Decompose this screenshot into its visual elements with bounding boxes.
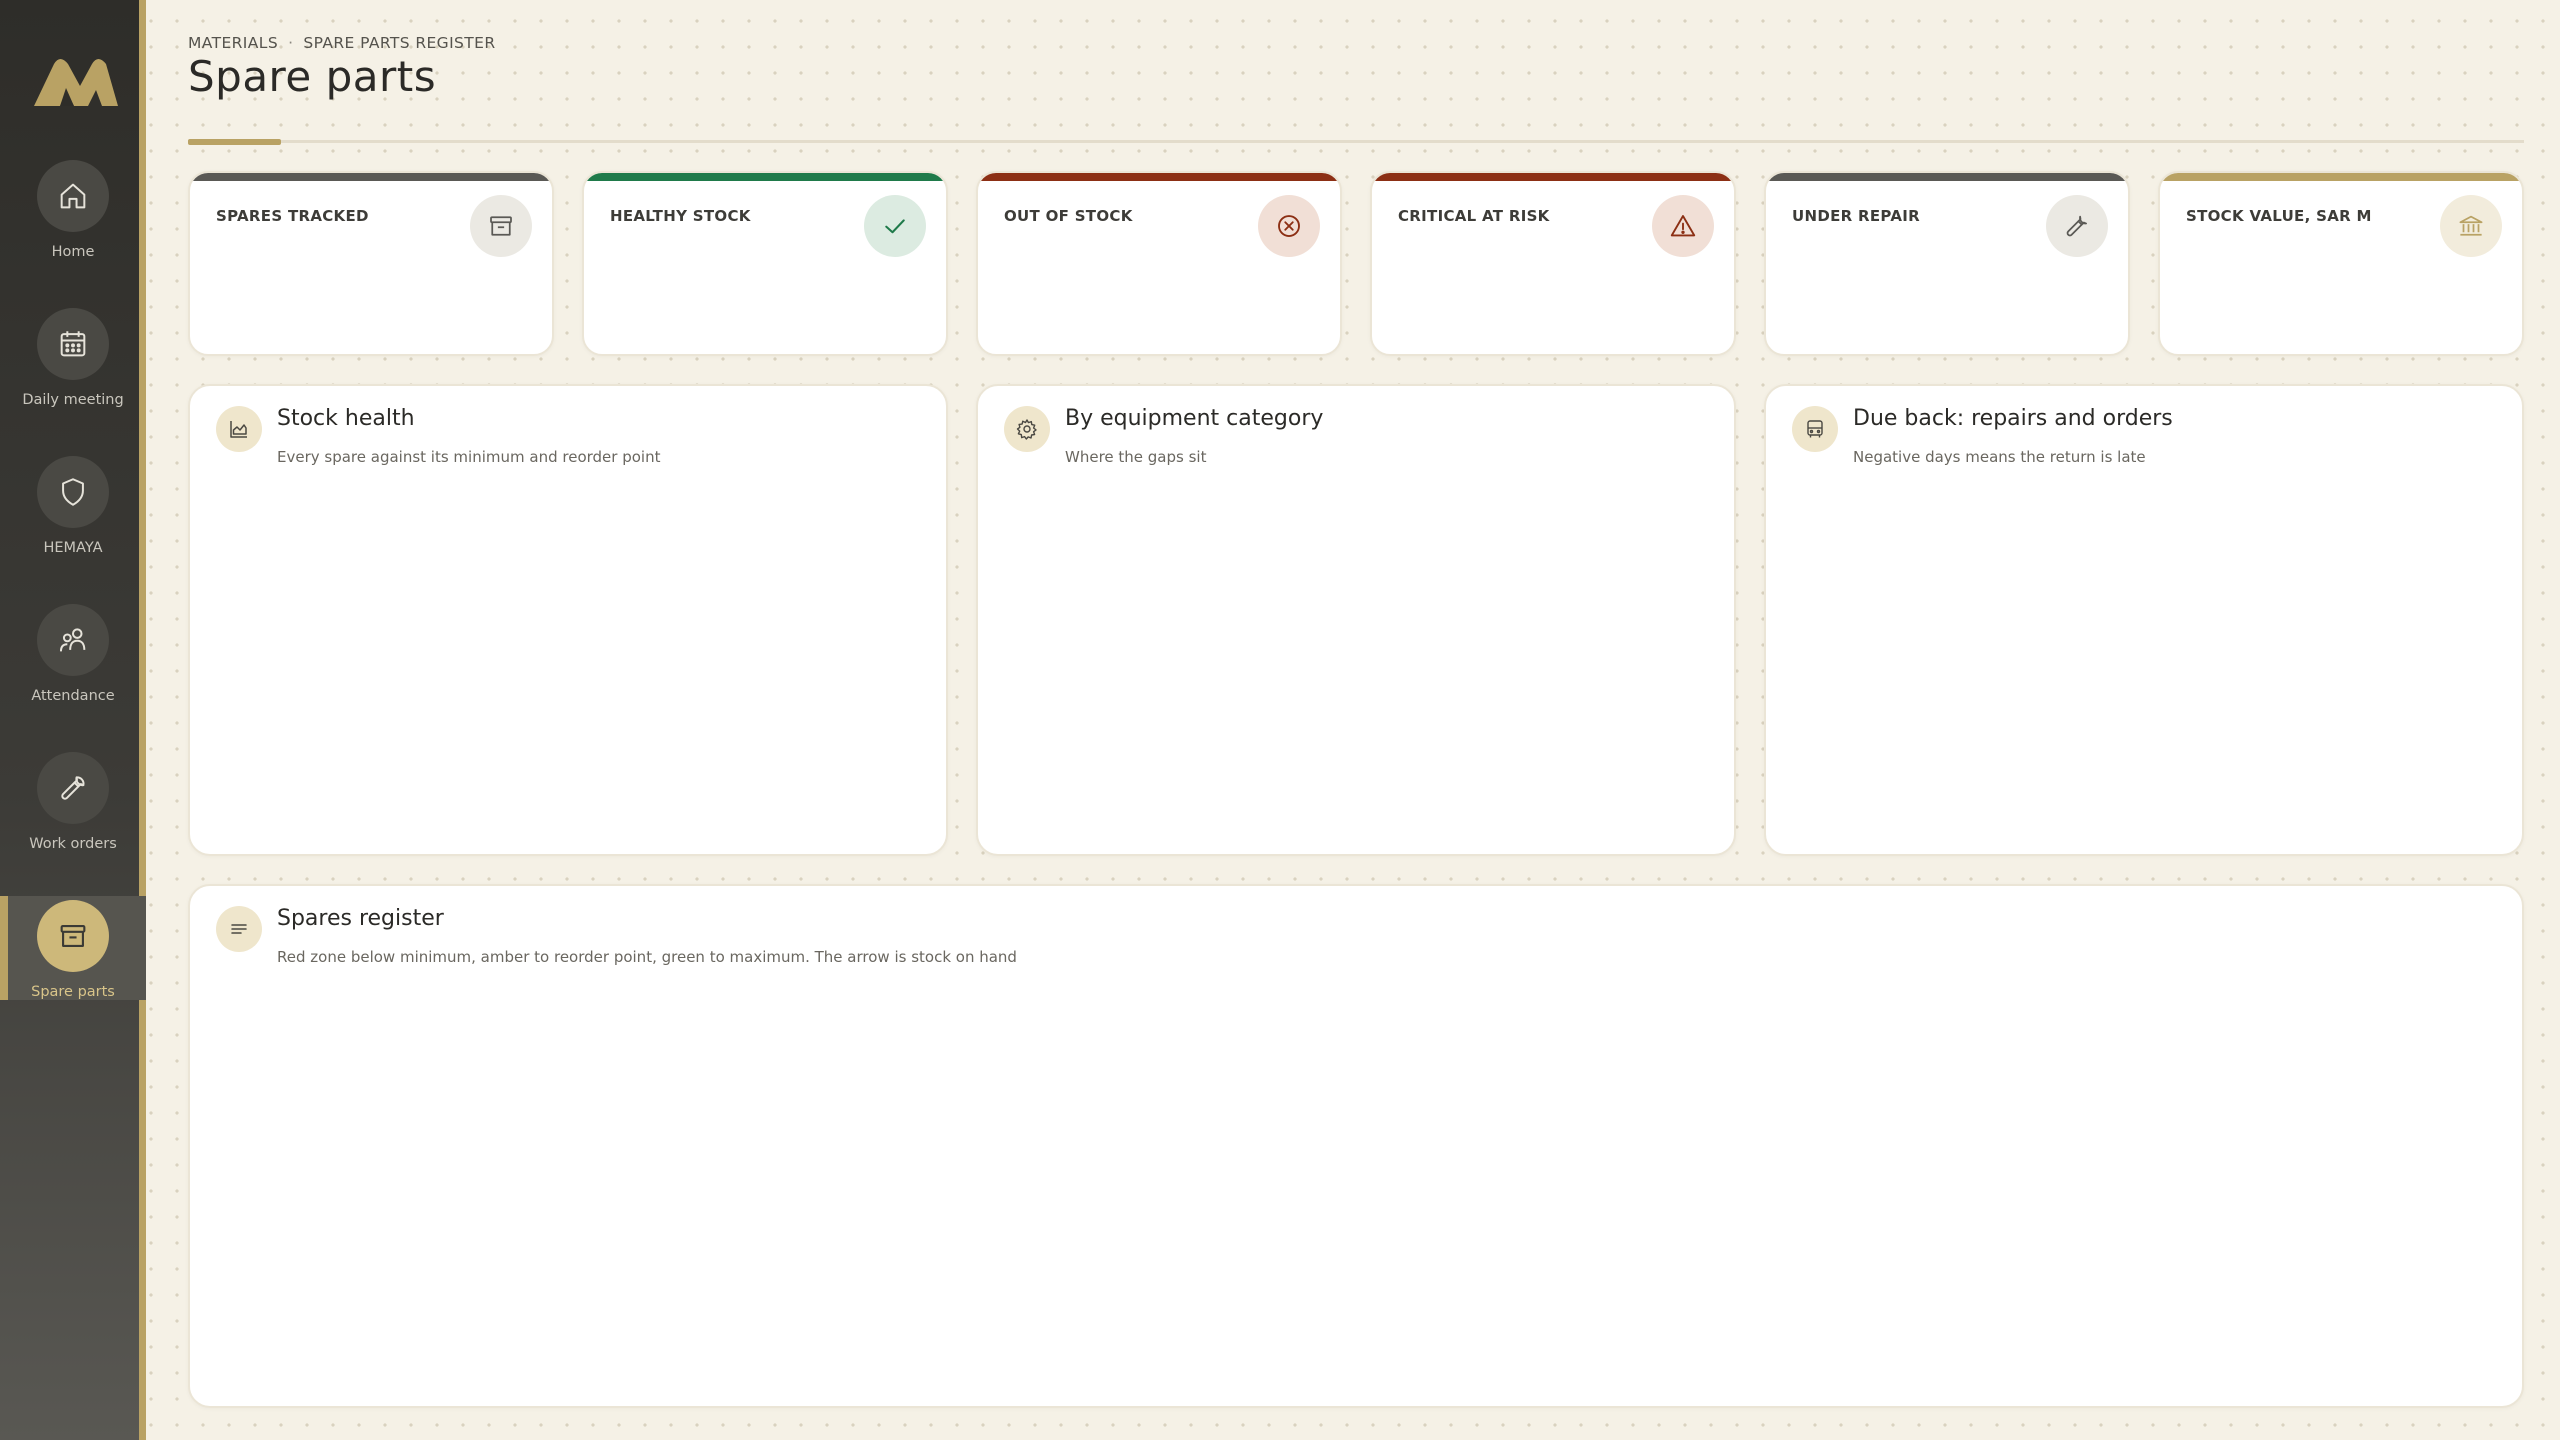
kpi-card-healthy-stock[interactable]: HEALTHY STOCK — [582, 171, 948, 356]
sidebar-item-label: Home — [51, 244, 95, 260]
people-icon — [37, 604, 109, 676]
sidebar-item-hemaya[interactable]: HEMAYA — [0, 456, 146, 560]
calendar-icon — [37, 308, 109, 380]
kpi-label: CRITICAL AT RISK — [1398, 207, 1550, 225]
panel-subtitle: Negative days means the return is late — [1853, 448, 2146, 466]
sidebar-item-daily-meeting[interactable]: Daily meeting — [0, 308, 146, 412]
wrench-icon — [37, 752, 109, 824]
brand-logo[interactable] — [30, 52, 120, 112]
sidebar-item-label: Daily meeting — [22, 392, 124, 408]
warning-icon — [1652, 195, 1714, 257]
sidebar-item-attendance[interactable]: Attendance — [0, 604, 146, 708]
title-divider — [188, 140, 2524, 143]
kpi-card-out-of-stock[interactable]: OUT OF STOCK — [976, 171, 1342, 356]
sidebar-item-label: Attendance — [31, 688, 115, 704]
kpi-label: HEALTHY STOCK — [610, 207, 751, 225]
x-circle-icon — [1258, 195, 1320, 257]
lines-icon — [216, 906, 262, 952]
sidebar: Home Daily meeting HEMAYA Attendance Wor… — [0, 0, 146, 1440]
gear-icon — [1004, 406, 1050, 452]
panel-title: By equipment category — [1065, 406, 1324, 431]
bank-icon — [2440, 195, 2502, 257]
chart-area-icon — [216, 406, 262, 452]
box-icon — [37, 900, 109, 972]
panel-spares-register: Spares register Red zone below minimum, … — [188, 884, 2524, 1408]
sidebar-item-spare-parts[interactable]: Spare parts — [0, 896, 146, 1000]
breadcrumb-item: SPARE PARTS REGISTER — [303, 34, 496, 52]
page-title: Spare parts — [188, 52, 437, 101]
bus-icon — [1792, 406, 1838, 452]
home-icon — [37, 160, 109, 232]
sidebar-item-label: HEMAYA — [43, 540, 103, 556]
sidebar-item-label: Work orders — [29, 836, 117, 852]
kpi-card-spares-tracked[interactable]: SPARES TRACKED — [188, 171, 554, 356]
panel-title: Spares register — [277, 906, 444, 931]
kpi-label: UNDER REPAIR — [1792, 207, 1920, 225]
kpi-label: STOCK VALUE, SAR M — [2186, 207, 2372, 225]
kpi-card-critical-at-risk[interactable]: CRITICAL AT RISK — [1370, 171, 1736, 356]
panel-subtitle: Every spare against its minimum and reor… — [277, 448, 661, 466]
panel-title: Stock health — [277, 406, 415, 431]
wrench-icon — [2046, 195, 2108, 257]
title-divider-accent — [188, 139, 281, 145]
panel-subtitle: Red zone below minimum, amber to reorder… — [277, 948, 1017, 966]
kpi-card-under-repair[interactable]: UNDER REPAIR — [1764, 171, 2130, 356]
panel-due-back: Due back: repairs and orders Negative da… — [1764, 384, 2524, 856]
kpi-label: SPARES TRACKED — [216, 207, 369, 225]
sidebar-item-label: Spare parts — [31, 984, 115, 1000]
breadcrumb: MATERIALS · SPARE PARTS REGISTER — [188, 34, 496, 52]
panel-by-equipment-category: By equipment category Where the gaps sit — [976, 384, 1736, 856]
check-icon — [864, 195, 926, 257]
panel-subtitle: Where the gaps sit — [1065, 448, 1207, 466]
sidebar-item-work-orders[interactable]: Work orders — [0, 752, 146, 856]
panel-title: Due back: repairs and orders — [1853, 406, 2173, 431]
shield-icon — [37, 456, 109, 528]
box-icon — [470, 195, 532, 257]
breadcrumb-item[interactable]: MATERIALS — [188, 34, 278, 52]
kpi-label: OUT OF STOCK — [1004, 207, 1133, 225]
sidebar-item-home[interactable]: Home — [0, 160, 146, 264]
breadcrumb-separator: · — [288, 34, 294, 52]
kpi-card-stock-value[interactable]: STOCK VALUE, SAR M — [2158, 171, 2524, 356]
panel-stock-health: Stock health Every spare against its min… — [188, 384, 948, 856]
